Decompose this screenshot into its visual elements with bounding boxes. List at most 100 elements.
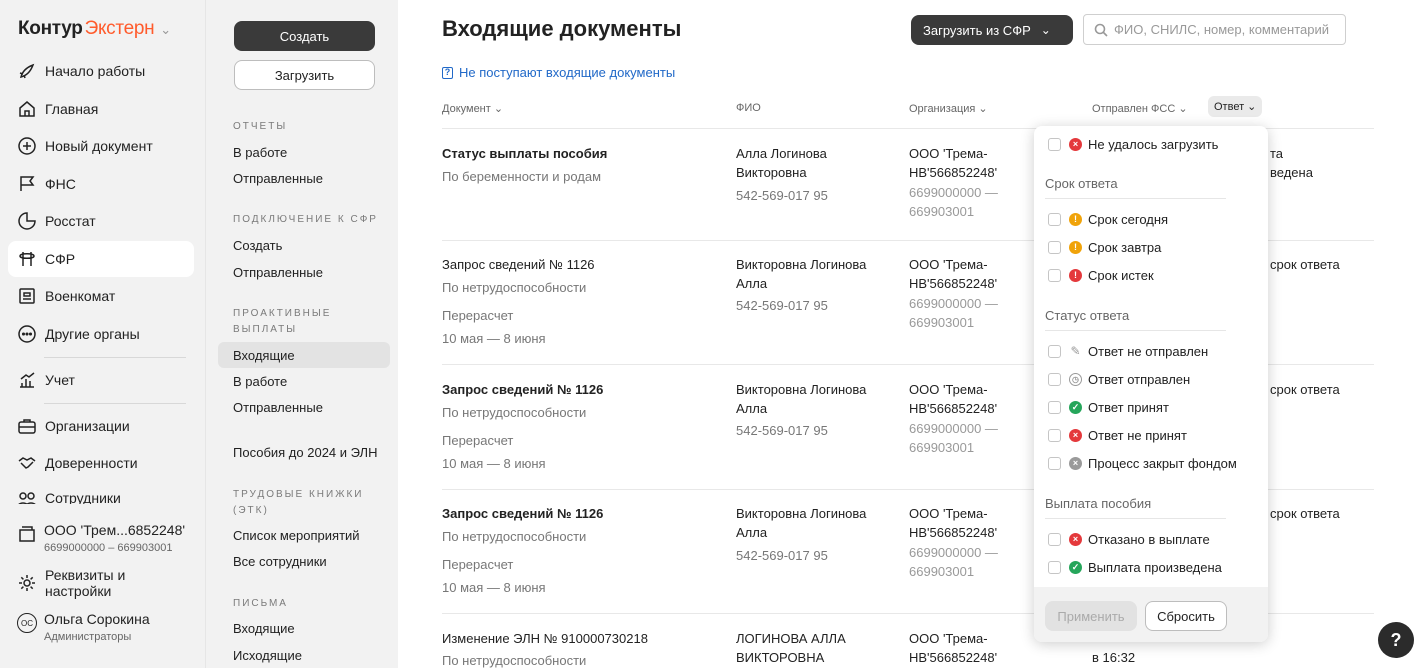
create-button[interactable]: Создать	[234, 21, 375, 51]
subnav-reports-sent[interactable]: Отправленные	[218, 165, 390, 191]
subnav-all-employees[interactable]: Все сотрудники	[218, 548, 390, 574]
column-header-sent-fss[interactable]: Отправлен ФСС ⌄	[1092, 102, 1188, 115]
subnav-proactive-incoming[interactable]: Входящие	[218, 342, 390, 368]
nav-item-poa[interactable]: Доверенности	[8, 445, 194, 481]
error-icon: ×	[1069, 428, 1082, 442]
nav-item-new-document[interactable]: Новый документ	[8, 128, 194, 164]
filter-option-closed-by-fund[interactable]: × Процесс закрыт фондом	[1048, 453, 1237, 473]
filter-option-label: Отказано в выплате	[1088, 531, 1210, 547]
answer-line1: срок ответа	[1270, 382, 1340, 397]
nav-item-employees[interactable]: Сотрудники	[8, 482, 194, 504]
sfr-logo-icon	[17, 249, 37, 269]
org-line1: ООО 'Трема-	[909, 631, 988, 646]
org-ids-line1: 6699000000 —	[909, 296, 998, 311]
answer-filter-dropdown: × Не удалось загрузить Срок ответа ! Сро…	[1034, 126, 1268, 642]
filter-option-payment-refused[interactable]: × Отказано в выплате	[1048, 529, 1210, 549]
org-line2: НВ'566852248'	[909, 276, 998, 291]
filter-divider	[1045, 518, 1226, 519]
nav-item-home[interactable]: Главная	[8, 91, 194, 127]
checkbox[interactable]	[1048, 456, 1061, 470]
doc-subtitle: По нетрудоспособности	[442, 405, 587, 420]
checkbox[interactable]	[1048, 372, 1061, 386]
upload-from-sfr-button[interactable]: Загрузить из СФР ⌄	[911, 15, 1073, 45]
chevron-down-icon: ⌄	[160, 22, 171, 37]
upload-button[interactable]: Загрузить	[234, 60, 375, 90]
filter-option-upload-failed[interactable]: × Не удалось загрузить	[1048, 134, 1218, 154]
filter-option-label: Срок завтра	[1088, 239, 1162, 255]
filter-option-label: Не удалось загрузить	[1088, 136, 1219, 152]
checkbox[interactable]	[1048, 344, 1061, 358]
nav-item-sfr[interactable]: СФР	[8, 241, 194, 277]
subnav-reports-in-progress[interactable]: В работе	[218, 139, 390, 165]
checkbox[interactable]	[1048, 268, 1061, 282]
nav-item-settings[interactable]: Реквизиты и настройки	[8, 565, 194, 601]
checkbox[interactable]	[1048, 560, 1061, 574]
search-placeholder: ФИО, СНИЛС, номер, комментарий	[1114, 22, 1329, 37]
subnav-connection-sent[interactable]: Отправленные	[218, 259, 390, 285]
filter-option-accepted[interactable]: ✓ Ответ принят	[1048, 397, 1169, 417]
filter-option-due-tomorrow[interactable]: ! Срок завтра	[1048, 237, 1161, 257]
filter-option-not-sent[interactable]: ✎ Ответ не отправлен	[1048, 341, 1208, 361]
subnav-connection-create[interactable]: Создать	[218, 232, 390, 258]
subnav-proactive-in-progress[interactable]: В работе	[218, 368, 390, 394]
nav-item-label: Сотрудники	[45, 490, 121, 504]
nav-item-label: Главная	[45, 101, 99, 117]
error-icon: ×	[1069, 532, 1082, 546]
nav-item-military[interactable]: Военкомат	[8, 278, 194, 314]
closed-grey-icon: ×	[1069, 456, 1082, 470]
nav-item-label: Росстат	[45, 213, 96, 229]
brand-logo[interactable]: Контур Экстерн ⌄	[18, 18, 171, 40]
no-docs-link[interactable]: ? Не поступают входящие документы	[442, 65, 675, 80]
filter-group-title: Выплата пособия	[1045, 496, 1152, 511]
filter-option-due-today[interactable]: ! Срок сегодня	[1048, 209, 1168, 229]
filter-option-rejected[interactable]: × Ответ не принят	[1048, 425, 1187, 445]
subnav-events-list[interactable]: Список мероприятий	[218, 522, 390, 548]
column-header-document[interactable]: Документ ⌄	[442, 102, 503, 115]
military-icon	[17, 286, 37, 306]
warning-red-icon: !	[1069, 268, 1082, 282]
subnav-proactive-sent[interactable]: Отправленные	[218, 394, 390, 420]
subnav-letters-outgoing[interactable]: Исходящие	[218, 642, 390, 668]
filter-option-sent[interactable]: ◷ Ответ отправлен	[1048, 369, 1190, 389]
nav-item-fns[interactable]: ФНС	[8, 166, 194, 202]
checkbox[interactable]	[1048, 428, 1061, 442]
org-ids-line2: 669903001	[909, 440, 975, 455]
subnav-benefits-2024[interactable]: Пособия до 2024 и ЭЛН	[218, 439, 390, 465]
filter-group-title: Срок ответа	[1045, 176, 1118, 191]
snils: 542-569-017 95	[736, 423, 828, 438]
apply-button[interactable]: Применить	[1045, 601, 1137, 631]
fio-line2: Викторовна	[736, 165, 807, 180]
checkbox[interactable]	[1048, 212, 1061, 226]
chevron-down-icon: ⌄	[1040, 23, 1051, 37]
nav-item-other[interactable]: Другие органы	[8, 316, 194, 352]
user-profile[interactable]: ОС Ольга Сорокина Администраторы	[17, 611, 202, 651]
subnav-letters-incoming[interactable]: Входящие	[218, 615, 390, 641]
fio-line1: Викторовна Логинова	[736, 257, 867, 272]
nav-item-rosstat[interactable]: Росстат	[8, 203, 194, 239]
fio-line1: Викторовна Логинова	[736, 382, 867, 397]
column-header-organization[interactable]: Организация ⌄	[909, 102, 988, 115]
section-title-letters: ПИСЬМА	[233, 598, 288, 609]
nav-item-accounting[interactable]: Учет	[8, 362, 194, 398]
warning-orange-icon: !	[1069, 240, 1082, 254]
doc-dates: 10 мая — 8 июня	[442, 331, 546, 346]
nav-divider	[44, 357, 186, 358]
checkbox[interactable]	[1048, 137, 1061, 151]
org-ids-line1: 6699000000 —	[909, 421, 998, 436]
nav-item-organizations[interactable]: Организации	[8, 408, 194, 444]
nav-item-start[interactable]: Начало работы	[8, 53, 194, 89]
pie-chart-icon	[17, 211, 37, 231]
checkbox[interactable]	[1048, 400, 1061, 414]
filter-option-overdue[interactable]: ! Срок истек	[1048, 265, 1154, 285]
reset-button[interactable]: Сбросить	[1145, 601, 1227, 631]
answer-line1: срок ответа	[1270, 257, 1340, 272]
filter-option-payment-made[interactable]: ✓ Выплата произведена	[1048, 557, 1222, 577]
filter-option-label: Ответ не отправлен	[1088, 343, 1209, 359]
search-input[interactable]: ФИО, СНИЛС, номер, комментарий	[1083, 14, 1346, 45]
checkbox[interactable]	[1048, 532, 1061, 546]
org-line1: ООО 'Трема-	[909, 257, 988, 272]
checkbox[interactable]	[1048, 240, 1061, 254]
doc-dates: 10 мая — 8 июня	[442, 580, 546, 595]
help-button[interactable]: ?	[1378, 622, 1414, 658]
column-header-answer[interactable]: Ответ ⌄	[1208, 96, 1263, 117]
